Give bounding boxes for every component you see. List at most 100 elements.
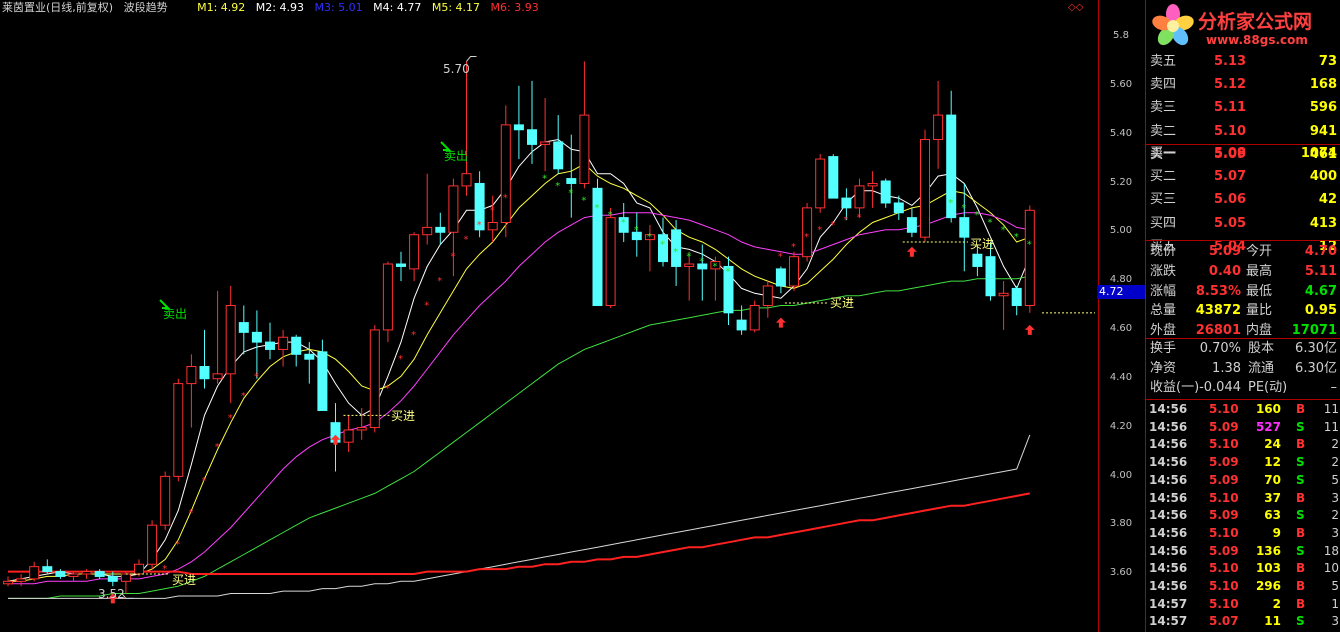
candle-body — [749, 305, 760, 331]
m3-value: M3: 5.01 — [314, 1, 363, 14]
ask-row[interactable]: 卖五 5.13 73 — [1146, 52, 1340, 72]
tick-row[interactable]: 14:56 5.10 103 B 10 — [1146, 560, 1340, 578]
candle-body — [527, 129, 537, 145]
candle-body — [107, 575, 118, 582]
bid-row[interactable]: 买四 5.05 413 — [1146, 214, 1340, 234]
trail-star: * — [254, 371, 259, 382]
tick-volume: 103 — [1255, 561, 1281, 576]
price-axis-tick: 4.00 — [1109, 470, 1133, 481]
tick-row[interactable]: 14:56 5.09 70 S 5 — [1146, 472, 1340, 490]
tick-side: S — [1296, 543, 1305, 558]
bid-price: 5.05 — [1214, 215, 1247, 231]
trail-star: * — [202, 476, 207, 487]
ask-row[interactable]: 卖二 5.10 941 — [1146, 122, 1340, 142]
bid-row[interactable]: 买三 5.06 42 — [1146, 190, 1340, 210]
trail-star: * — [974, 210, 979, 221]
buy-signal-label: 买进 — [970, 237, 995, 251]
candle-body — [3, 580, 13, 585]
tick-count: 3 — [1331, 614, 1339, 629]
candle-body — [68, 573, 79, 577]
trail-star: * — [464, 235, 469, 246]
trail-star: * — [791, 242, 796, 253]
ask-row[interactable]: 卖三 5.11 596 — [1146, 98, 1340, 118]
tick-time: 14:56 — [1149, 490, 1188, 505]
candle-body — [225, 305, 236, 375]
trail-star: * — [1001, 225, 1006, 236]
candle-body — [880, 180, 891, 204]
candle-body — [422, 226, 433, 236]
m1-value: M1: 4.92 — [197, 1, 246, 14]
tick-price: 5.09 — [1209, 472, 1239, 487]
bid-label: 买二 — [1150, 169, 1177, 185]
trail-star: * — [817, 225, 822, 236]
quote-value: 4.67 — [1304, 283, 1337, 299]
logo-url[interactable]: www.88gs.com — [1206, 33, 1308, 47]
buy-arrow-icon — [1024, 324, 1035, 335]
trail-star: * — [241, 391, 246, 402]
candle-body — [29, 566, 40, 580]
trail-star: * — [961, 203, 966, 214]
buy-signal-label: 买进 — [172, 573, 197, 587]
tick-price: 5.10 — [1209, 596, 1239, 611]
m2-value: M2: 4.93 — [255, 1, 304, 14]
tick-time: 14:56 — [1149, 579, 1188, 593]
tick-row[interactable]: 14:57 5.10 2 B 1 — [1146, 596, 1340, 614]
tick-row[interactable]: 14:56 5.10 9 B 3 — [1146, 525, 1340, 543]
candle-body — [540, 141, 551, 145]
tick-row[interactable]: 14:57 5.07 11 S 3 — [1146, 613, 1340, 631]
bid-row[interactable]: 买一 5.08 1074 — [1146, 144, 1340, 164]
fund-value: 6.30亿 — [1295, 341, 1337, 356]
tick-row[interactable]: 14:56 5.10 37 B 3 — [1146, 490, 1340, 508]
candle-body — [134, 563, 144, 575]
trail-star: * — [686, 252, 691, 263]
bid-row[interactable]: 买二 5.07 400 — [1146, 167, 1340, 187]
candle-body — [278, 336, 289, 350]
tick-price: 5.10 — [1209, 437, 1239, 452]
tick-row[interactable]: 14:56 5.10 24 B 2 — [1146, 436, 1340, 454]
tick-row[interactable]: 14:56 5.09 136 S 18 — [1146, 543, 1340, 561]
tick-row[interactable]: 14:56 5.09 12 S 2 — [1146, 454, 1340, 472]
candle-body — [579, 114, 590, 184]
tick-count: 2 — [1331, 437, 1339, 452]
fund-value: 6.30亿 — [1295, 360, 1337, 376]
ma-line-m3 — [8, 212, 1030, 585]
candle-body — [120, 573, 131, 582]
window-corner-icon[interactable]: ◇◇ — [1068, 2, 1083, 13]
trail-star: * — [555, 181, 560, 192]
ask-row[interactable]: 卖四 5.12 168 — [1146, 75, 1340, 95]
high-pointer — [466, 56, 477, 62]
trail-star: * — [660, 239, 665, 250]
tick-row[interactable]: 14:56 5.09 527 S 11 — [1146, 419, 1340, 437]
tick-volume: 527 — [1255, 419, 1281, 434]
tick-volume: 70 — [1264, 472, 1281, 487]
ask-price: 5.13 — [1214, 54, 1247, 69]
quote-panel: 分析家公式网 www.88gs.com 卖五 5.13 73 卖四 5.12 1… — [1145, 0, 1340, 632]
quote-row: 涨幅 8.53% 最低 4.67 — [1146, 282, 1340, 302]
quote-value: 5.09 — [1208, 244, 1241, 259]
tick-time: 14:57 — [1149, 596, 1188, 611]
tick-row[interactable]: 14:56 5.10 160 B 11 — [1146, 401, 1340, 419]
trail-star: * — [175, 540, 180, 551]
indicator-name: 波段趋势 — [123, 1, 168, 14]
price-axis-tick: 4.20 — [1109, 421, 1133, 432]
candle-body — [212, 373, 223, 380]
tick-row[interactable]: 14:56 5.10 296 B 5 — [1146, 578, 1340, 596]
tick-row[interactable]: 14:56 5.09 63 S 2 — [1146, 507, 1340, 525]
candle-body — [736, 319, 747, 331]
tick-volume: 2 — [1272, 596, 1281, 611]
candle-body — [684, 263, 695, 267]
fund-label: PE(动) — [1248, 380, 1288, 395]
quote-value: 0.95 — [1304, 303, 1337, 319]
quote-label: 最高 — [1246, 263, 1273, 279]
trail-star: * — [699, 257, 704, 268]
candle-body — [487, 222, 498, 231]
tick-side: B — [1296, 579, 1306, 593]
candle-body — [893, 202, 904, 214]
trail-star: * — [568, 188, 573, 199]
tick-time: 14:56 — [1149, 419, 1188, 434]
candle-body — [382, 263, 393, 331]
fundamental-row: 换手 0.70% 股本 6.30亿 — [1146, 339, 1340, 359]
tick-time: 14:56 — [1149, 472, 1188, 487]
kline-chart[interactable]: * * * * * * * * * * * * * * * * * * * * * * * * * * * * * * * * * * * * * * * *… — [0, 0, 1097, 632]
trail-star: * — [621, 218, 626, 229]
